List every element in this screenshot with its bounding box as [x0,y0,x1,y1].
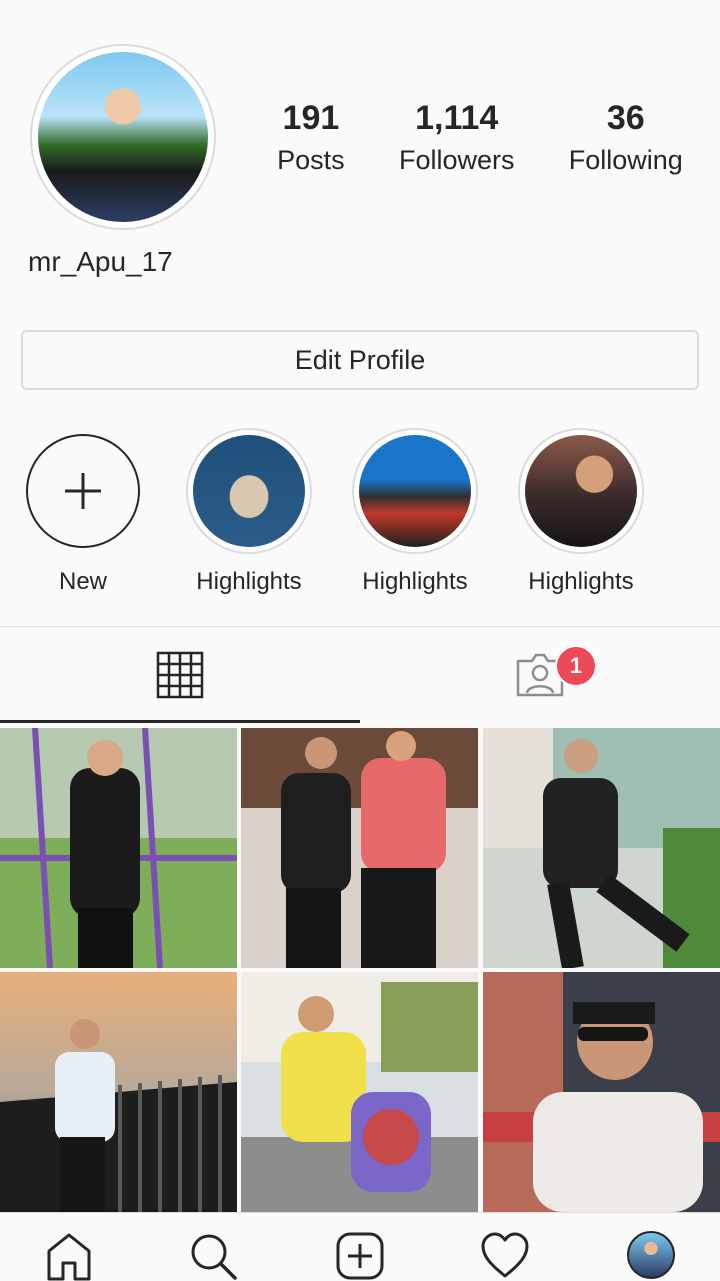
profile-tabs: 1 [0,626,720,725]
tab-tagged[interactable] [360,627,720,723]
edit-profile-button[interactable]: Edit Profile [21,330,699,390]
tab-posts-grid[interactable] [0,627,360,723]
nav-activity[interactable] [480,1231,530,1281]
new-highlight-circle[interactable] [26,434,140,548]
post-image [483,728,720,968]
profile-avatar[interactable] [30,44,216,230]
highlight-cover [193,435,305,547]
post-image [0,728,237,968]
active-tab-indicator [0,720,360,723]
new-post-icon [336,1232,384,1280]
stat-label: Following [568,145,683,175]
search-icon [191,1234,237,1280]
highlight-cover [525,435,637,547]
highlight-cover [359,435,471,547]
profile-avatar-icon [627,1231,675,1279]
post-image [483,972,720,1212]
highlight-label: New [58,568,107,595]
stat-following[interactable]: 36 Following [569,96,683,180]
highlight-label: Highlights [362,568,468,595]
nav-new-post[interactable] [335,1231,385,1281]
post-thumbnail[interactable] [241,972,478,1212]
stat-value: 36 [606,99,645,137]
stat-value: 191 [282,99,340,137]
stat-label: Followers [398,145,515,175]
post-image [241,972,478,1212]
nav-search[interactable] [188,1231,238,1281]
home-icon [47,1233,91,1281]
highlight-label: Highlights [528,568,634,595]
post-thumbnail[interactable] [0,972,237,1212]
nav-profile[interactable] [626,1231,676,1281]
grid-icon [156,651,204,699]
tagged-notification-badge: 1 [555,645,597,687]
nav-home[interactable] [44,1231,94,1281]
post-image [0,972,237,1212]
highlight-item[interactable]: Highlights [349,428,481,596]
stat-label: Posts [277,145,345,175]
highlight-circle[interactable] [518,428,644,554]
post-thumbnail[interactable] [241,728,478,968]
stat-posts[interactable]: 191 Posts [277,96,345,180]
stat-followers[interactable]: 1,114 Followers [399,96,515,180]
post-thumbnail[interactable] [483,728,720,968]
post-thumbnail[interactable] [483,972,720,1212]
bottom-navigation [0,1212,720,1281]
activity-heart-icon [481,1232,529,1278]
highlight-circle[interactable] [186,428,312,554]
highlight-new[interactable]: New [17,428,149,596]
post-image [241,728,478,968]
username: mr_Apu_17 [28,246,173,277]
highlight-item[interactable]: Highlights [515,428,647,596]
highlight-label: Highlights [196,568,302,595]
profile-photo [38,52,208,222]
highlight-item[interactable]: Highlights [183,428,315,596]
post-thumbnail[interactable] [0,728,237,968]
stat-value: 1,114 [415,99,499,137]
plus-icon [65,473,101,509]
profile-stats: 191 Posts 1,114 Followers 36 Following [250,96,710,180]
highlight-circle[interactable] [352,428,478,554]
